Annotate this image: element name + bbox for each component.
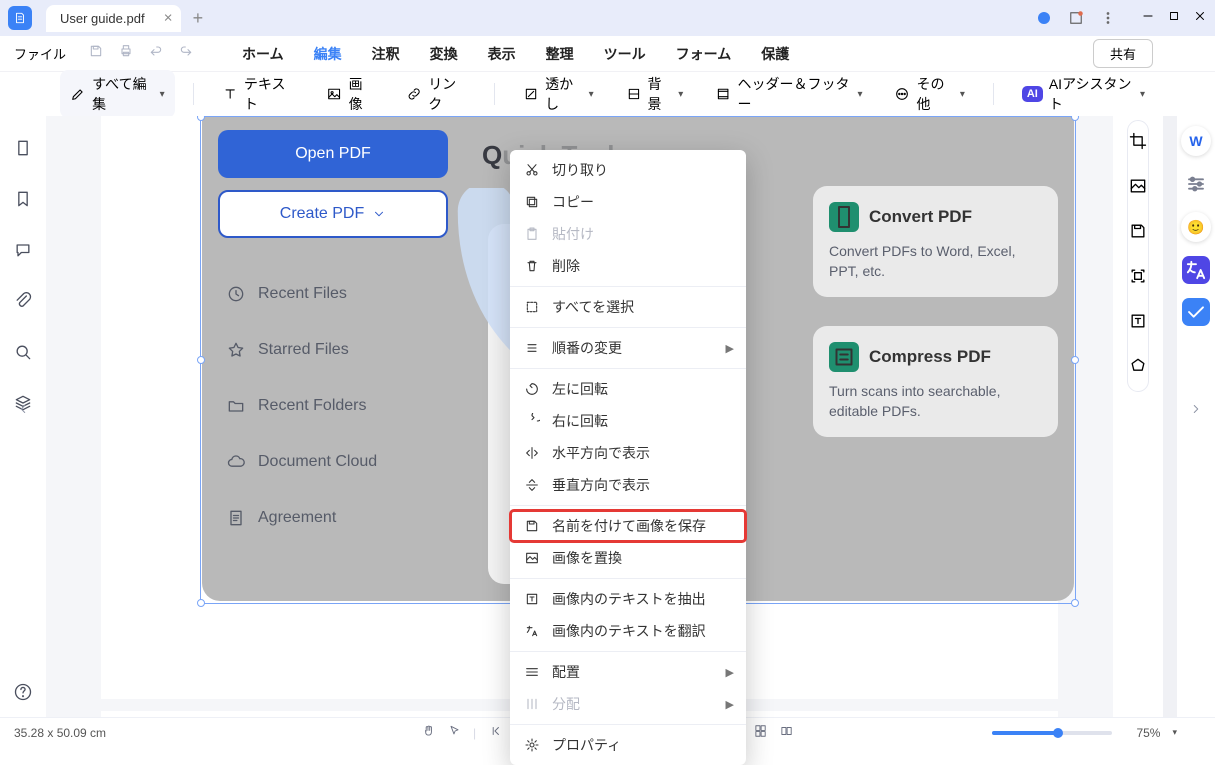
title-bar: User guide.pdf × + [0,0,1215,36]
ctx-save-image-as[interactable]: 名前を付けて画像を保存 [510,510,746,542]
two-page-continuous-icon[interactable] [754,724,768,741]
resize-handle[interactable] [1071,356,1079,364]
ctx-cut[interactable]: 切り取り [510,154,746,186]
zoom-slider[interactable] [992,731,1112,735]
tab-view[interactable]: 表示 [488,44,516,64]
resize-handle[interactable] [1071,116,1079,121]
ctx-arrange[interactable]: 配置▶ [510,656,746,688]
maximize-icon[interactable] [1167,9,1181,28]
tab-annotate[interactable]: 注釈 [372,44,400,64]
ocr-icon[interactable] [1128,311,1148,336]
dimensions-readout: 35.28 x 50.09 cm [14,726,106,740]
redo-icon[interactable] [178,43,194,64]
resize-handle[interactable] [1071,599,1079,607]
document-tab-label: User guide.pdf [60,11,145,26]
ctx-replace-image[interactable]: 画像を置換 [510,542,746,574]
translate-icon[interactable] [1182,256,1210,284]
ctx-rotate-right[interactable]: 右に回転 [510,405,746,437]
prev-page-icon[interactable] [16,402,30,421]
zoom-value: 75% [1136,726,1160,740]
tab-close-icon[interactable]: × [164,10,173,27]
ctx-flip-horizontal[interactable]: 水平方向で表示 [510,437,746,469]
ctx-translate-text[interactable]: 画像内のテキストを翻訳 [510,615,746,647]
bookmarks-icon[interactable] [13,189,33,214]
resize-handle[interactable] [197,599,205,607]
ctx-delete[interactable]: 削除 [510,250,746,282]
scan-icon[interactable] [1128,266,1148,291]
search-icon[interactable] [13,342,33,367]
print-icon[interactable] [118,43,134,64]
ctx-copy[interactable]: コピー [510,186,746,218]
ctx-select-all[interactable]: すべてを選択 [510,291,746,323]
crop-icon[interactable] [1128,131,1148,156]
context-menu: 切り取り コピー 貼付け 削除 すべてを選択 順番の変更▶ 左に回転 右に回転 … [510,150,746,765]
document-tab[interactable]: User guide.pdf × [46,5,181,32]
first-page-icon[interactable] [488,724,502,741]
app-icon [8,6,32,30]
ctx-paste: 貼付け [510,218,746,250]
ctx-rotate-left[interactable]: 左に回転 [510,373,746,405]
tab-home[interactable]: ホーム [242,44,284,64]
file-menu[interactable]: ファイル [14,44,66,63]
settings-sliders-icon[interactable] [1182,170,1210,198]
background-button[interactable]: 背景▾ [616,70,694,118]
next-page-icon[interactable] [1189,402,1203,421]
new-tab-button[interactable]: + [193,8,204,29]
image-button[interactable]: 画像 [316,70,384,118]
word-bubble-icon[interactable]: W [1181,126,1211,156]
ai-assistant-button[interactable]: AI AIアシスタント▾ [1012,70,1155,118]
comments-icon[interactable] [13,240,33,265]
edit-toolbar: すべて編集▾ テキスト 画像 リンク 透かし▾ 背景▾ ヘッダー＆フッター▾ そ… [0,72,1215,116]
menu-tabs: ホーム 編集 注釈 変換 表示 整理 ツール フォーム 保護 [242,44,789,64]
ctx-extract-text[interactable]: 画像内のテキストを抽出 [510,583,746,615]
ctx-flip-vertical[interactable]: 垂直方向で表示 [510,469,746,501]
more-icon[interactable] [1099,9,1117,27]
edit-all-button[interactable]: すべて編集▾ [60,70,175,118]
check-icon[interactable] [1182,298,1210,326]
ctx-distribute: 分配▶ [510,688,746,720]
scrollbar[interactable] [1163,116,1177,717]
close-window-icon[interactable] [1193,9,1207,28]
save-icon[interactable] [88,43,104,64]
read-mode-icon[interactable] [780,724,794,741]
right-tools-column [1113,116,1163,717]
ctx-order[interactable]: 順番の変更▶ [510,332,746,364]
tab-convert[interactable]: 変換 [430,44,458,64]
menu-bar: ファイル ホーム 編集 注釈 変換 表示 整理 ツール フォーム 保護 共有 [0,36,1215,72]
link-button[interactable]: リンク [396,70,476,118]
watermark-button[interactable]: 透かし▾ [513,70,603,118]
help-icon[interactable] [13,682,33,707]
ctx-properties[interactable]: プロパティ [510,729,746,761]
tab-protect[interactable]: 保護 [761,44,789,64]
other-button[interactable]: その他▾ [884,70,974,118]
ai-badge-icon: AI [1022,86,1043,102]
resize-handle[interactable] [197,356,205,364]
target-icon[interactable] [1128,356,1148,381]
adjust-image-icon[interactable] [1128,176,1148,201]
tab-edit[interactable]: 編集 [314,44,342,64]
tab-tools[interactable]: ツール [604,44,646,64]
save-as-icon[interactable] [1128,221,1148,246]
notification-icon[interactable] [1067,9,1085,27]
resize-handle[interactable] [197,116,205,121]
select-tool-icon[interactable] [447,724,461,741]
tab-form[interactable]: フォーム [676,44,732,64]
hand-tool-icon[interactable] [421,724,435,741]
share-button[interactable]: 共有 [1093,39,1153,68]
tab-organize[interactable]: 整理 [546,44,574,64]
ai-chat-icon[interactable]: 🙂 [1181,212,1211,242]
header-footer-button[interactable]: ヘッダー＆フッター▾ [705,70,872,118]
wondershare-icon[interactable] [1035,9,1053,27]
attachments-icon[interactable] [13,291,33,316]
text-button[interactable]: テキスト [212,70,305,118]
undo-icon[interactable] [148,43,164,64]
minimize-icon[interactable] [1141,9,1155,28]
thumbnails-icon[interactable] [13,138,33,163]
